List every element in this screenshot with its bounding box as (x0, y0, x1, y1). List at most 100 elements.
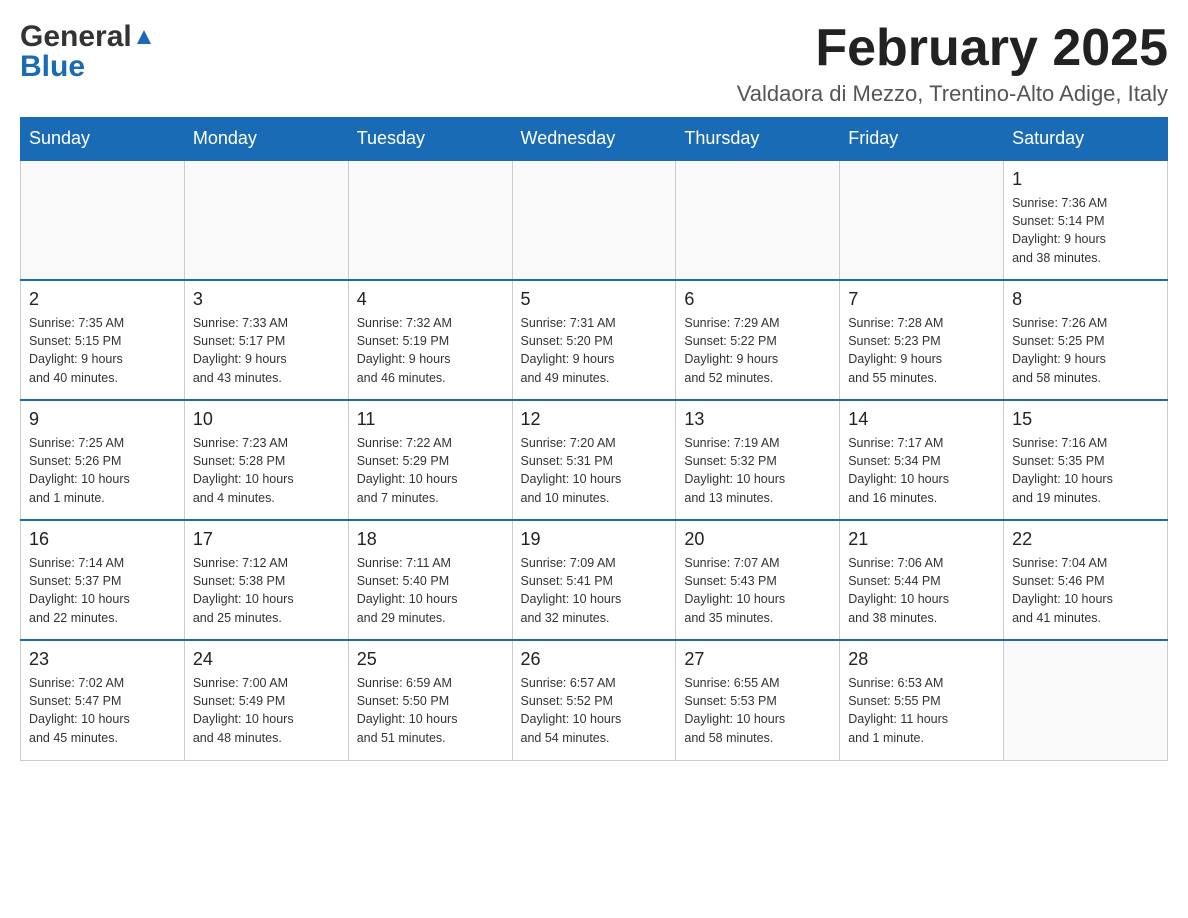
calendar-day-cell: 4Sunrise: 7:32 AMSunset: 5:19 PMDaylight… (348, 280, 512, 400)
day-number: 1 (1012, 169, 1159, 190)
calendar-day-cell: 5Sunrise: 7:31 AMSunset: 5:20 PMDaylight… (512, 280, 676, 400)
logo: General Blue (20, 20, 156, 84)
day-number: 27 (684, 649, 831, 670)
day-info: Sunrise: 7:33 AMSunset: 5:17 PMDaylight:… (193, 314, 340, 387)
day-info: Sunrise: 7:11 AMSunset: 5:40 PMDaylight:… (357, 554, 504, 627)
calendar-day-cell: 26Sunrise: 6:57 AMSunset: 5:52 PMDayligh… (512, 640, 676, 760)
calendar-day-cell: 7 Sunrise: 7:28 AMSunset: 5:23 PMDaylight… (840, 280, 1004, 400)
logo-triangle-icon (133, 26, 155, 48)
weekday-header-monday: Monday (184, 118, 348, 161)
title-section: February 2025 Valdaora di Mezzo, Trentin… (737, 20, 1168, 107)
calendar-day-cell: 14Sunrise: 7:17 AMSunset: 5:34 PMDayligh… (840, 400, 1004, 520)
day-info: Sunrise: 7:07 AMSunset: 5:43 PMDaylight:… (684, 554, 831, 627)
weekday-header-thursday: Thursday (676, 118, 840, 161)
calendar-day-cell: 12 Sunrise: 7:20 AMSunset: 5:31 PMDayligh… (512, 400, 676, 520)
day-number: 15 (1012, 409, 1159, 430)
weekday-header-saturday: Saturday (1004, 118, 1168, 161)
day-number: 3 (193, 289, 340, 310)
location-subtitle: Valdaora di Mezzo, Trentino-Alto Adige, … (737, 81, 1168, 107)
logo-general: General (20, 20, 132, 54)
calendar-day-cell: 18 Sunrise: 7:11 AMSunset: 5:40 PMDayligh… (348, 520, 512, 640)
day-number: 5 (521, 289, 668, 310)
day-info: Sunrise: 7:22 AMSunset: 5:29 PMDaylight:… (357, 434, 504, 507)
day-info: Sunrise: 7:16 AMSunset: 5:35 PMDaylight:… (1012, 434, 1159, 507)
day-info: Sunrise: 7:20 AMSunset: 5:31 PMDaylight:… (521, 434, 668, 507)
calendar-day-cell: 24 Sunrise: 7:00 AMSunset: 5:49 PMDayligh… (184, 640, 348, 760)
calendar-day-cell: 23 Sunrise: 7:02 AMSunset: 5:47 PMDayligh… (21, 640, 185, 760)
day-number: 7 (848, 289, 995, 310)
calendar-week-row: 9 Sunrise: 7:25 AMSunset: 5:26 PMDaylight… (21, 400, 1168, 520)
calendar-day-cell: 16 Sunrise: 7:14 AMSunset: 5:37 PMDayligh… (21, 520, 185, 640)
day-info: Sunrise: 6:53 AMSunset: 5:55 PMDaylight:… (848, 674, 995, 747)
weekday-header-wednesday: Wednesday (512, 118, 676, 161)
day-number: 23 (29, 649, 176, 670)
day-number: 18 (357, 529, 504, 550)
day-number: 10 (193, 409, 340, 430)
calendar-day-cell (348, 160, 512, 280)
weekday-header-tuesday: Tuesday (348, 118, 512, 161)
calendar-table: SundayMondayTuesdayWednesdayThursdayFrid… (20, 117, 1168, 761)
day-number: 8 (1012, 289, 1159, 310)
day-info: Sunrise: 7:26 AMSunset: 5:25 PMDaylight:… (1012, 314, 1159, 387)
calendar-week-row: 23 Sunrise: 7:02 AMSunset: 5:47 PMDayligh… (21, 640, 1168, 760)
day-number: 22 (1012, 529, 1159, 550)
day-info: Sunrise: 7:25 AMSunset: 5:26 PMDaylight:… (29, 434, 176, 507)
calendar-day-cell: 20Sunrise: 7:07 AMSunset: 5:43 PMDayligh… (676, 520, 840, 640)
calendar-day-cell: 9 Sunrise: 7:25 AMSunset: 5:26 PMDaylight… (21, 400, 185, 520)
calendar-day-cell: 27 Sunrise: 6:55 AMSunset: 5:53 PMDayligh… (676, 640, 840, 760)
day-number: 4 (357, 289, 504, 310)
weekday-header-sunday: Sunday (21, 118, 185, 161)
calendar-day-cell: 10 Sunrise: 7:23 AMSunset: 5:28 PMDayligh… (184, 400, 348, 520)
calendar-day-cell: 3 Sunrise: 7:33 AMSunset: 5:17 PMDaylight… (184, 280, 348, 400)
calendar-day-cell: 1 Sunrise: 7:36 AMSunset: 5:14 PMDaylight… (1004, 160, 1168, 280)
day-info: Sunrise: 7:04 AMSunset: 5:46 PMDaylight:… (1012, 554, 1159, 627)
calendar-week-row: 2 Sunrise: 7:35 AMSunset: 5:15 PMDaylight… (21, 280, 1168, 400)
day-info: Sunrise: 7:35 AMSunset: 5:15 PMDaylight:… (29, 314, 176, 387)
day-info: Sunrise: 7:17 AMSunset: 5:34 PMDaylight:… (848, 434, 995, 507)
calendar-day-cell (1004, 640, 1168, 760)
calendar-day-cell: 2 Sunrise: 7:35 AMSunset: 5:15 PMDaylight… (21, 280, 185, 400)
day-number: 19 (521, 529, 668, 550)
logo-blue: Blue (20, 50, 85, 84)
calendar-day-cell (512, 160, 676, 280)
day-info: Sunrise: 7:36 AMSunset: 5:14 PMDaylight:… (1012, 194, 1159, 267)
calendar-week-row: 1 Sunrise: 7:36 AMSunset: 5:14 PMDaylight… (21, 160, 1168, 280)
page-header: General Blue February 2025 Valdaora di M… (20, 20, 1168, 107)
day-number: 11 (357, 409, 504, 430)
day-info: Sunrise: 6:59 AMSunset: 5:50 PMDaylight:… (357, 674, 504, 747)
calendar-day-cell: 8 Sunrise: 7:26 AMSunset: 5:25 PMDaylight… (1004, 280, 1168, 400)
calendar-day-cell: 21 Sunrise: 7:06 AMSunset: 5:44 PMDayligh… (840, 520, 1004, 640)
calendar-day-cell (184, 160, 348, 280)
day-number: 28 (848, 649, 995, 670)
day-info: Sunrise: 6:55 AMSunset: 5:53 PMDaylight:… (684, 674, 831, 747)
day-number: 16 (29, 529, 176, 550)
weekday-header-friday: Friday (840, 118, 1004, 161)
day-info: Sunrise: 7:19 AMSunset: 5:32 PMDaylight:… (684, 434, 831, 507)
day-number: 17 (193, 529, 340, 550)
day-info: Sunrise: 7:14 AMSunset: 5:37 PMDaylight:… (29, 554, 176, 627)
calendar-day-cell: 6Sunrise: 7:29 AMSunset: 5:22 PMDaylight… (676, 280, 840, 400)
day-info: Sunrise: 7:28 AMSunset: 5:23 PMDaylight:… (848, 314, 995, 387)
day-number: 25 (357, 649, 504, 670)
day-number: 21 (848, 529, 995, 550)
calendar-day-cell (21, 160, 185, 280)
day-info: Sunrise: 7:09 AMSunset: 5:41 PMDaylight:… (521, 554, 668, 627)
calendar-day-cell: 13Sunrise: 7:19 AMSunset: 5:32 PMDayligh… (676, 400, 840, 520)
calendar-week-row: 16 Sunrise: 7:14 AMSunset: 5:37 PMDayligh… (21, 520, 1168, 640)
calendar-day-cell: 28 Sunrise: 6:53 AMSunset: 5:55 PMDayligh… (840, 640, 1004, 760)
calendar-header-row: SundayMondayTuesdayWednesdayThursdayFrid… (21, 118, 1168, 161)
day-info: Sunrise: 7:02 AMSunset: 5:47 PMDaylight:… (29, 674, 176, 747)
day-number: 24 (193, 649, 340, 670)
day-number: 12 (521, 409, 668, 430)
day-info: Sunrise: 7:06 AMSunset: 5:44 PMDaylight:… (848, 554, 995, 627)
day-number: 2 (29, 289, 176, 310)
calendar-day-cell: 11 Sunrise: 7:22 AMSunset: 5:29 PMDayligh… (348, 400, 512, 520)
day-info: Sunrise: 7:00 AMSunset: 5:49 PMDaylight:… (193, 674, 340, 747)
day-number: 6 (684, 289, 831, 310)
day-number: 9 (29, 409, 176, 430)
day-info: Sunrise: 7:12 AMSunset: 5:38 PMDaylight:… (193, 554, 340, 627)
calendar-day-cell: 19 Sunrise: 7:09 AMSunset: 5:41 PMDayligh… (512, 520, 676, 640)
day-info: Sunrise: 7:23 AMSunset: 5:28 PMDaylight:… (193, 434, 340, 507)
calendar-day-cell: 15 Sunrise: 7:16 AMSunset: 5:35 PMDayligh… (1004, 400, 1168, 520)
calendar-day-cell: 22 Sunrise: 7:04 AMSunset: 5:46 PMDayligh… (1004, 520, 1168, 640)
